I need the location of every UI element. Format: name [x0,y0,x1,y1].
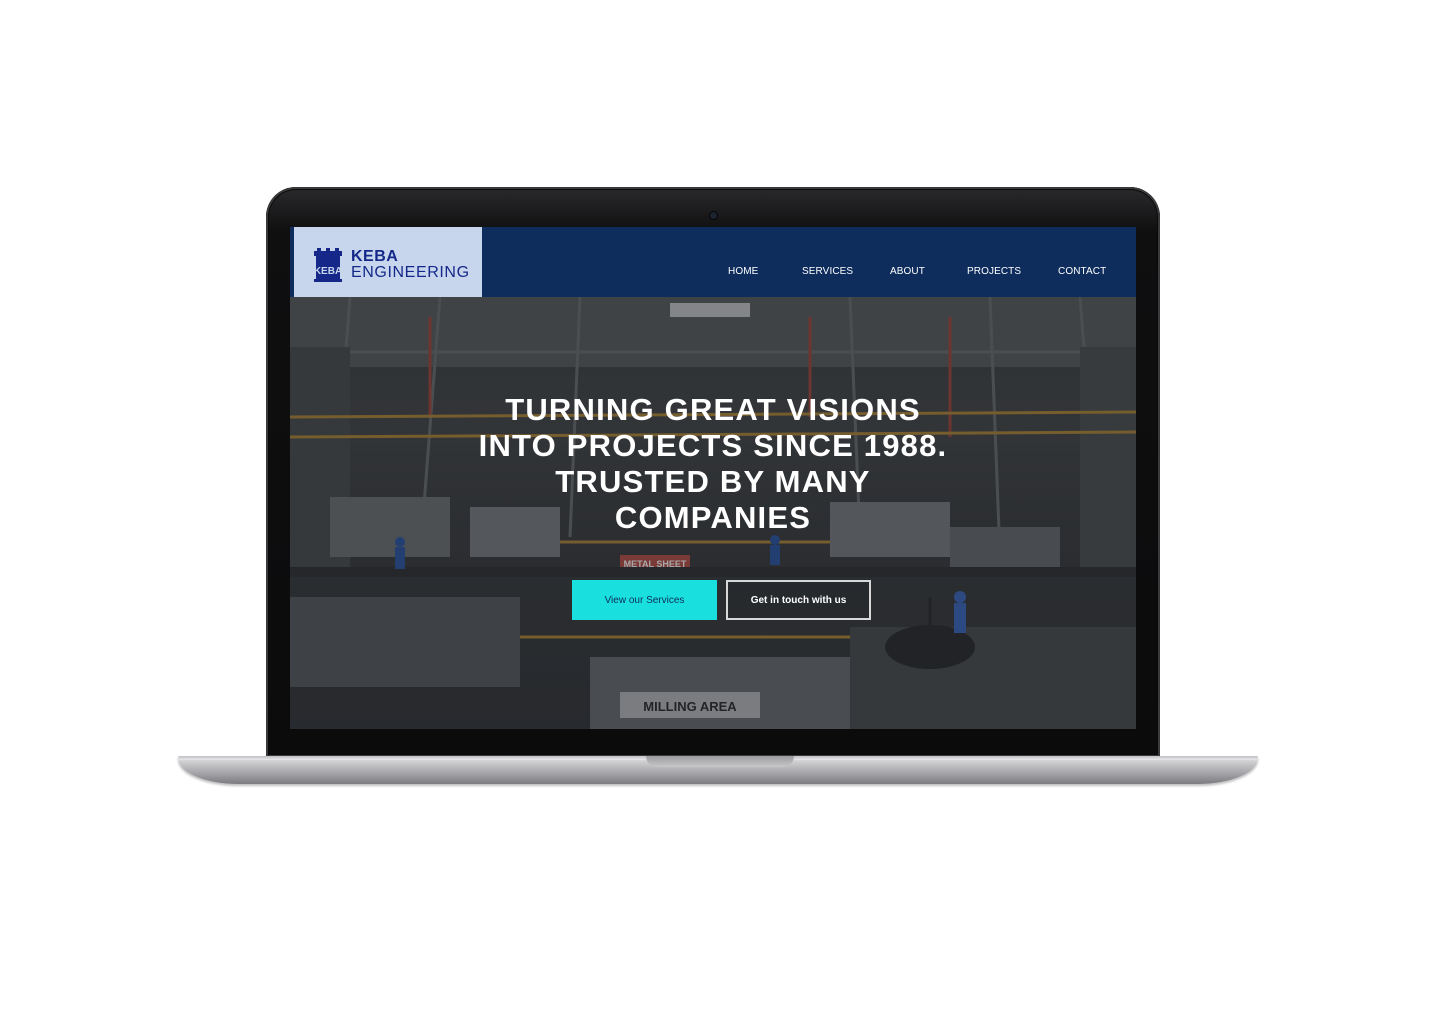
view-services-button[interactable]: View our Services [572,580,717,620]
site-header: KEBA KEBA ENGINEERING HOME SERVICES ABOU… [290,227,1136,297]
main-nav: HOME SERVICES ABOUT PROJECTS CONTACT [290,266,1136,280]
webcam-icon [710,212,717,219]
hero-section: MILLING AREA METAL SHEET TURNING GREAT V… [290,297,1136,729]
laptop-screen: KEBA KEBA ENGINEERING HOME SERVICES ABOU… [290,227,1136,729]
logo[interactable]: KEBA KEBA ENGINEERING [294,227,482,297]
mockup-stage: KEBA KEBA ENGINEERING HOME SERVICES ABOU… [0,0,1440,1024]
nav-item-projects[interactable]: PROJECTS [967,266,1021,277]
nav-item-contact[interactable]: CONTACT [1058,266,1106,277]
hero-headline: TURNING GREAT VISIONS INTO PROJECTS SINC… [290,392,1136,536]
laptop-opening-notch [646,756,794,767]
nav-item-services[interactable]: SERVICES [802,266,853,277]
hero-headline-line: TRUSTED BY MANY [555,464,871,499]
nav-item-home[interactable]: HOME [728,266,758,277]
nav-item-about[interactable]: ABOUT [890,266,925,277]
hero-headline-line: TURNING GREAT VISIONS [505,392,921,427]
hero-headline-line: COMPANIES [614,500,812,535]
get-in-touch-button[interactable]: Get in touch with us [726,580,871,620]
hero-headline-line: INTO PROJECTS SINCE 1988. [478,428,948,463]
